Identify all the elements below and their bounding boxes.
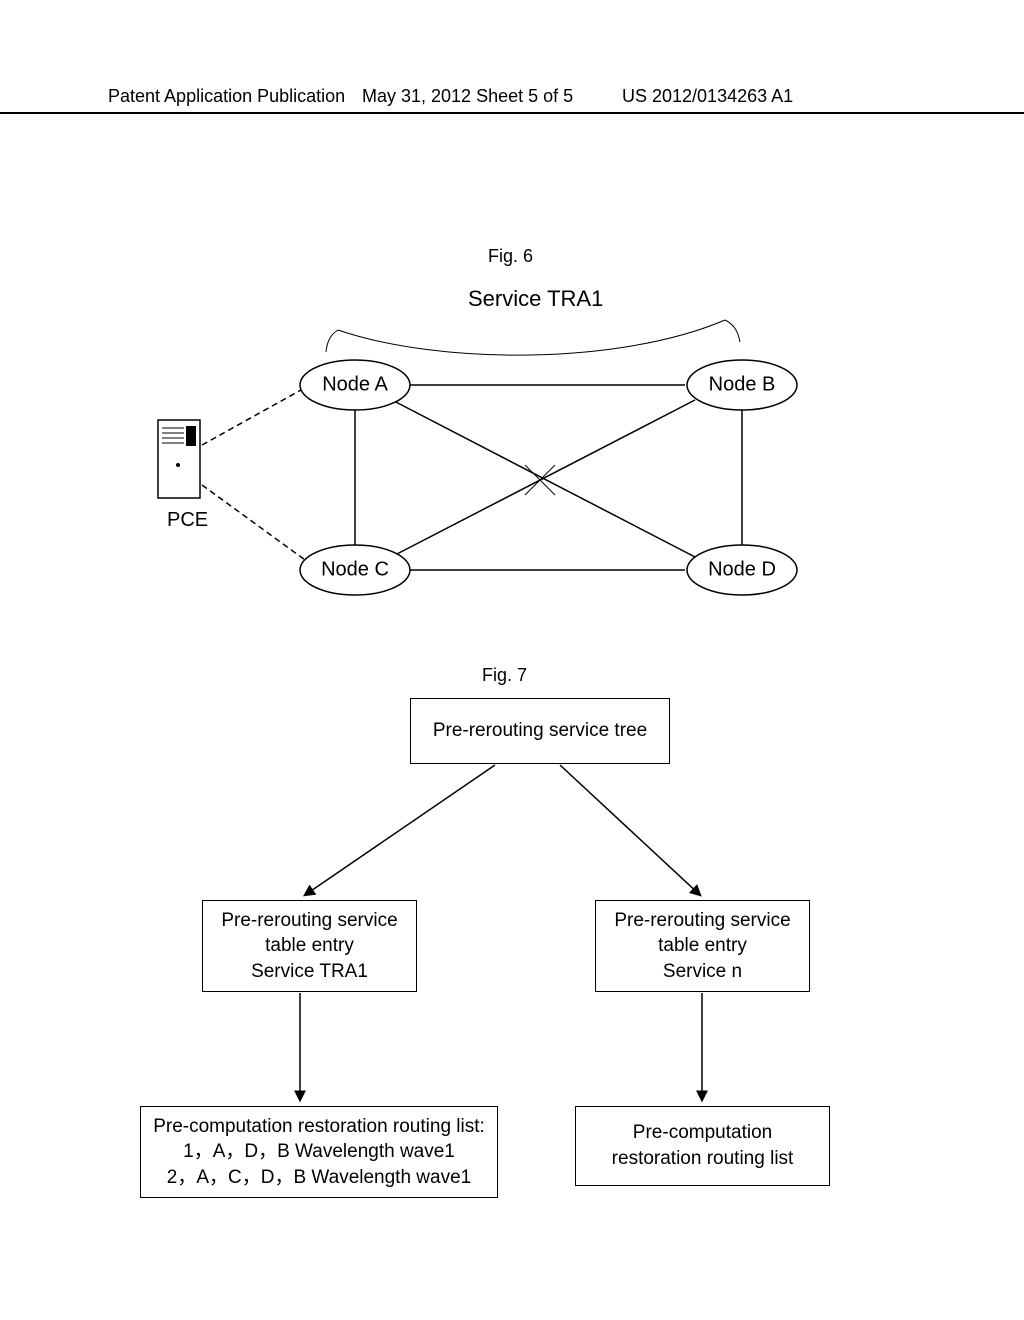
header-left: Patent Application Publication	[108, 86, 345, 107]
left-list-l3: 2，A，C，D，B Wavelength wave1	[167, 1165, 471, 1191]
node-c-label: Node C	[321, 558, 389, 580]
right-entry-l3: Service n	[663, 959, 742, 985]
left-list-l2: 1，A，D，B Wavelength wave1	[183, 1139, 455, 1165]
left-entry-l2: table entry	[265, 933, 354, 959]
right-list-box: Pre-computation restoration routing list	[575, 1106, 830, 1186]
fig6-diagram: Node A Node B Node C Node D	[140, 270, 890, 620]
right-entry-l1: Pre-rerouting service	[614, 908, 790, 934]
root-text: Pre-rerouting service tree	[433, 718, 647, 744]
fig7-diagram: Pre-rerouting service tree Pre-rerouting…	[140, 690, 900, 1220]
fig6-caption: Fig. 6	[488, 246, 533, 267]
right-list-l1: Pre-computation	[633, 1120, 772, 1146]
node-a-label: Node A	[322, 373, 388, 395]
right-list-l2: restoration routing list	[612, 1146, 794, 1172]
node-b-label: Node B	[709, 373, 776, 395]
root-box: Pre-rerouting service tree	[410, 698, 670, 764]
header-center: May 31, 2012 Sheet 5 of 5	[362, 86, 573, 107]
right-entry-box: Pre-rerouting service table entry Servic…	[595, 900, 810, 992]
header-right: US 2012/0134263 A1	[622, 86, 793, 107]
left-entry-l3: Service TRA1	[251, 959, 368, 985]
node-d-label: Node D	[708, 558, 776, 580]
left-list-box: Pre-computation restoration routing list…	[140, 1106, 498, 1198]
left-entry-l1: Pre-rerouting service	[221, 908, 397, 934]
pce-label: PCE	[167, 509, 208, 532]
left-list-l1: Pre-computation restoration routing list…	[153, 1114, 485, 1140]
left-entry-box: Pre-rerouting service table entry Servic…	[202, 900, 417, 992]
right-entry-l2: table entry	[658, 933, 747, 959]
header-rule	[0, 112, 1024, 114]
fig7-caption: Fig. 7	[482, 665, 527, 686]
pce-icon	[158, 420, 200, 498]
